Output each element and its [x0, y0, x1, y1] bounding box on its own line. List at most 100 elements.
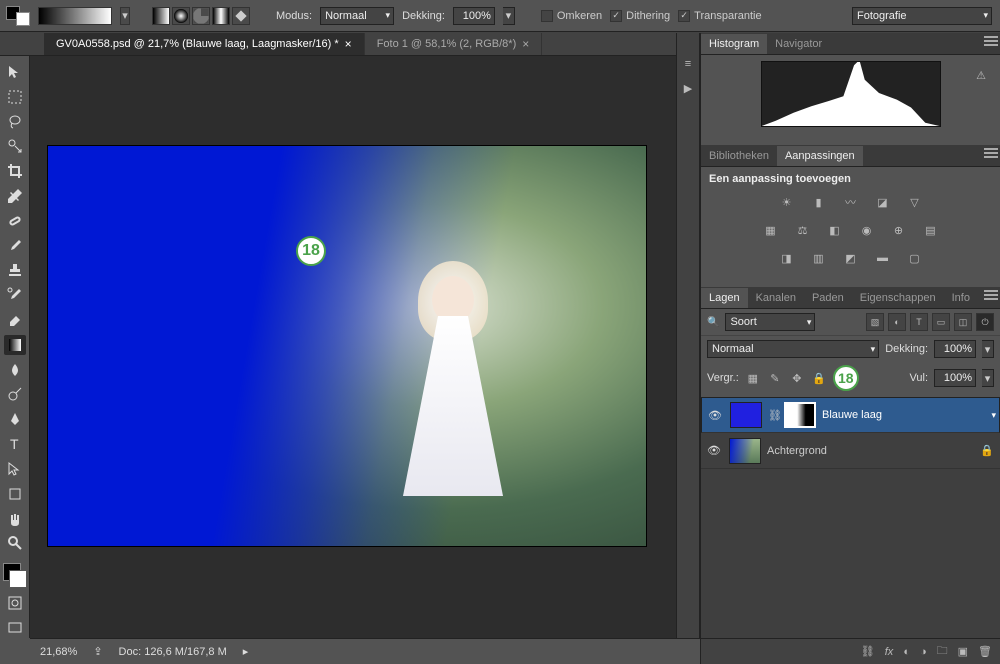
- exposure-icon[interactable]: ◪: [874, 193, 892, 211]
- hue-icon[interactable]: ▦: [762, 221, 780, 239]
- selective-color-icon[interactable]: ▢: [906, 249, 924, 267]
- document-tab[interactable]: Foto 1 @ 58,1% (2, RGB/8*) ×: [365, 33, 543, 55]
- stamp-tool[interactable]: [4, 261, 26, 281]
- bw-icon[interactable]: ◧: [826, 221, 844, 239]
- brush-tool[interactable]: [4, 236, 26, 256]
- panel-menu-icon[interactable]: [984, 148, 998, 161]
- delete-icon[interactable]: 🗑: [978, 645, 992, 658]
- adjustments-tab[interactable]: Aanpassingen: [777, 146, 863, 166]
- dodge-tool[interactable]: [4, 385, 26, 405]
- gradient-map-icon[interactable]: ▬: [874, 249, 892, 267]
- blur-tool[interactable]: [4, 360, 26, 380]
- warning-icon[interactable]: ⚠: [976, 69, 986, 82]
- filter-shape-icon[interactable]: ▭: [932, 313, 950, 331]
- canvas-area[interactable]: 18: [30, 56, 700, 638]
- type-tool[interactable]: T: [4, 434, 26, 454]
- visibility-icon[interactable]: 👁: [708, 409, 724, 422]
- gradient-angle-button[interactable]: [192, 7, 210, 25]
- gradient-radial-button[interactable]: [172, 7, 190, 25]
- layer-row[interactable]: 👁 Achtergrond 🔒: [701, 433, 1000, 469]
- gradient-tool[interactable]: [4, 335, 26, 355]
- curves-icon[interactable]: 〰: [842, 193, 860, 211]
- color-swatch[interactable]: [3, 563, 27, 588]
- photo-filter-icon[interactable]: ◉: [858, 221, 876, 239]
- reverse-checkbox[interactable]: Omkeren: [541, 10, 602, 22]
- hand-tool[interactable]: [4, 509, 26, 529]
- crop-tool[interactable]: [4, 161, 26, 181]
- layer-opacity-dropdown[interactable]: ▾: [982, 340, 994, 358]
- layers-tab[interactable]: Lagen: [701, 288, 748, 308]
- lookup-icon[interactable]: ▤: [922, 221, 940, 239]
- lock-pixels-icon[interactable]: ✎: [767, 370, 783, 386]
- history-brush-tool[interactable]: [4, 285, 26, 305]
- navigator-tab[interactable]: Navigator: [767, 34, 830, 54]
- brightness-icon[interactable]: ☀: [778, 193, 796, 211]
- channel-mixer-icon[interactable]: ⊕: [890, 221, 908, 239]
- properties-tab[interactable]: Eigenschappen: [852, 288, 944, 308]
- mode-select[interactable]: Normaal: [320, 7, 394, 25]
- blend-mode-select[interactable]: Normaal: [707, 340, 879, 358]
- levels-icon[interactable]: ▮: [810, 193, 828, 211]
- info-tab[interactable]: Info: [944, 288, 978, 308]
- status-arrow-icon[interactable]: ▸: [243, 645, 249, 658]
- shape-tool[interactable]: [4, 484, 26, 504]
- vibrance-icon[interactable]: ▽: [906, 193, 924, 211]
- gradient-diamond-button[interactable]: [232, 7, 250, 25]
- new-group-icon[interactable]: 🗀: [937, 642, 948, 661]
- quick-select-tool[interactable]: [4, 136, 26, 156]
- gradient-linear-button[interactable]: [152, 7, 170, 25]
- lock-all-icon[interactable]: 🔒: [811, 370, 827, 386]
- gradient-reflected-button[interactable]: [212, 7, 230, 25]
- transparency-checkbox[interactable]: ✓Transparantie: [678, 10, 761, 22]
- document-canvas[interactable]: 18: [48, 146, 646, 546]
- opacity-dropdown[interactable]: ▾: [503, 7, 515, 25]
- share-icon[interactable]: ⇪: [93, 645, 102, 658]
- heal-tool[interactable]: [4, 211, 26, 231]
- panel-menu-icon[interactable]: [984, 36, 998, 49]
- marquee-tool[interactable]: [4, 87, 26, 107]
- layer-thumbnail[interactable]: [729, 438, 761, 464]
- layer-filter-select[interactable]: Soort: [725, 313, 815, 331]
- filter-toggle-icon[interactable]: ⏻: [976, 313, 994, 331]
- lock-position-icon[interactable]: ✥: [789, 370, 805, 386]
- paths-tab[interactable]: Paden: [804, 288, 852, 308]
- filter-type-icon[interactable]: T: [910, 313, 928, 331]
- posterize-icon[interactable]: ▥: [810, 249, 828, 267]
- new-layer-icon[interactable]: ▣: [958, 645, 968, 658]
- filter-pixel-icon[interactable]: ▧: [866, 313, 884, 331]
- gradient-colors-swatch[interactable]: [6, 6, 30, 26]
- fill-input[interactable]: 100%: [934, 369, 976, 387]
- quick-mask-toggle[interactable]: [4, 593, 26, 613]
- layer-mask-thumbnail[interactable]: [784, 402, 816, 428]
- mask-icon[interactable]: ◐: [903, 646, 910, 658]
- zoom-tool[interactable]: [4, 533, 26, 553]
- pen-tool[interactable]: [4, 409, 26, 429]
- eraser-tool[interactable]: [4, 310, 26, 330]
- zoom-level[interactable]: 21,68%: [40, 646, 77, 658]
- gradient-picker-dropdown[interactable]: ▾: [120, 7, 130, 25]
- workspace-select[interactable]: Fotografie: [852, 7, 992, 25]
- doc-size[interactable]: Doc: 126,6 M/167,8 M: [119, 646, 227, 658]
- path-select-tool[interactable]: [4, 459, 26, 479]
- layer-opacity-input[interactable]: 100%: [934, 340, 976, 358]
- lock-transparency-icon[interactable]: ▦: [745, 370, 761, 386]
- visibility-icon[interactable]: 👁: [707, 444, 723, 457]
- fx-icon[interactable]: fx: [885, 646, 894, 658]
- balance-icon[interactable]: ⚖: [794, 221, 812, 239]
- play-icon[interactable]: ▶: [679, 79, 697, 97]
- eyedropper-tool[interactable]: [4, 186, 26, 206]
- dithering-checkbox[interactable]: ✓Dithering: [610, 10, 670, 22]
- layer-name[interactable]: Achtergrond: [767, 445, 827, 457]
- move-tool[interactable]: [4, 62, 26, 82]
- invert-icon[interactable]: ◨: [778, 249, 796, 267]
- layer-name[interactable]: Blauwe laag: [822, 409, 882, 421]
- new-fill-icon[interactable]: ◑: [920, 646, 927, 658]
- layer-thumbnail[interactable]: [730, 402, 762, 428]
- histogram-tab[interactable]: Histogram: [701, 34, 767, 54]
- gradient-preview[interactable]: [38, 7, 112, 25]
- close-icon[interactable]: ×: [522, 37, 529, 51]
- fill-dropdown[interactable]: ▾: [982, 369, 994, 387]
- opacity-input[interactable]: 100%: [453, 7, 495, 25]
- panel-menu-icon[interactable]: [984, 290, 998, 303]
- layer-row[interactable]: 👁 ⛓ Blauwe laag: [701, 397, 1000, 433]
